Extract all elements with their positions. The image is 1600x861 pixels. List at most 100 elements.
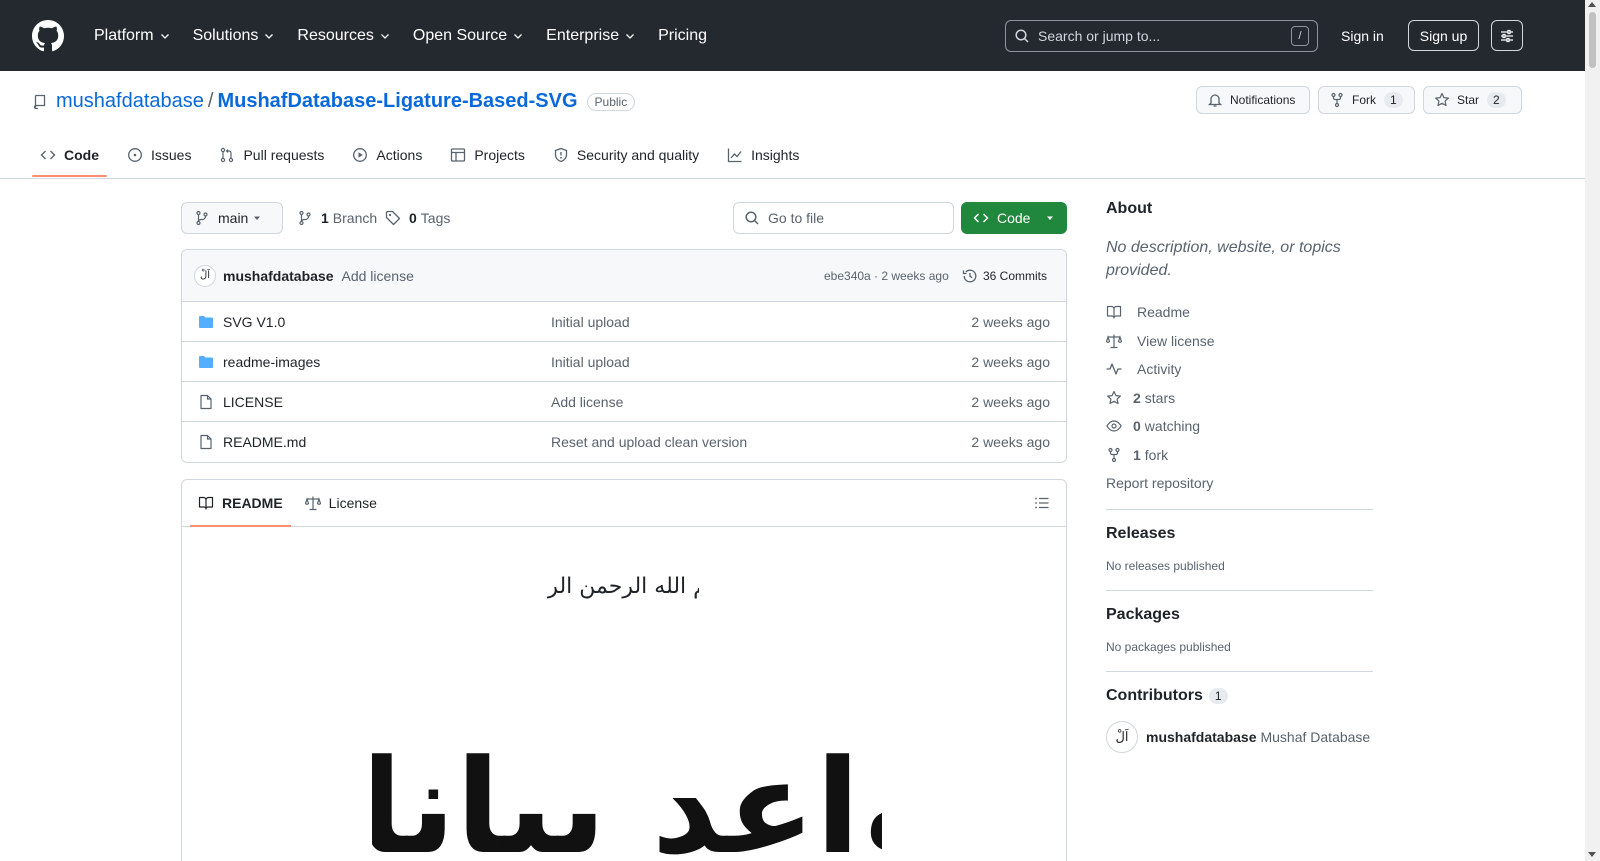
list-unordered-icon[interactable] [1034, 495, 1050, 511]
sign-up-button[interactable]: Sign up [1408, 20, 1479, 51]
scroll-up-arrow-icon[interactable] [1588, 2, 1596, 7]
settings-menu-button[interactable] [1491, 20, 1523, 51]
play-icon [353, 148, 368, 162]
tab-license[interactable]: License [297, 480, 385, 526]
sidebar-divider [1106, 671, 1373, 672]
avatar[interactable]: اَلْ [1106, 721, 1138, 753]
file-name-link[interactable]: readme-images [223, 354, 320, 370]
activity-link[interactable]: Activity [1106, 355, 1373, 384]
code-dropdown-button[interactable]: Code [961, 202, 1067, 234]
report-repository-link[interactable]: Report repository [1106, 469, 1373, 497]
fork-button[interactable]: Fork 1 [1318, 86, 1415, 114]
readme-panel: README License بسم الله الرحمن الرحيم قو… [181, 479, 1067, 861]
nav-open-source[interactable]: Open Source [405, 20, 532, 52]
tab-issues[interactable]: Issues [119, 134, 199, 176]
scrollbar-thumb[interactable] [1589, 12, 1596, 68]
tab-projects[interactable]: Projects [442, 134, 533, 176]
github-logo-icon[interactable] [32, 19, 64, 52]
commit-hash-time[interactable]: ebe340a · 2 weeks ago [824, 269, 949, 283]
nav-label: Resources [297, 26, 374, 44]
tab-label: Actions [376, 147, 423, 163]
contributors-heading[interactable]: Contributors 1 [1106, 687, 1373, 705]
star-wrapper: Star 2 [1423, 86, 1522, 114]
table-row[interactable]: LICENSE Add license 2 weeks ago [182, 382, 1066, 422]
scroll-down-arrow-icon[interactable] [1588, 852, 1596, 857]
readme-link[interactable]: Readme [1106, 298, 1373, 327]
nav-platform[interactable]: Platform [86, 20, 179, 52]
list-item[interactable]: اَلْ mushafdatabase Mushaf Database [1106, 721, 1373, 753]
tab-label: Code [64, 147, 99, 163]
stars-link[interactable]: 2 stars [1106, 384, 1373, 413]
tab-code[interactable]: Code [32, 134, 107, 177]
sign-in-link[interactable]: Sign in [1328, 20, 1397, 52]
avatar[interactable]: اَلْ [194, 264, 216, 287]
nav-label: Solutions [192, 26, 259, 44]
star-button[interactable]: Star 2 [1423, 86, 1522, 114]
caret-down-icon [254, 216, 260, 220]
commits-history-link[interactable]: 36 Commits [962, 268, 1047, 284]
global-search-input[interactable]: Search or jump to... / [1005, 20, 1318, 52]
book-icon [198, 496, 214, 510]
file-name-link[interactable]: README.md [223, 434, 306, 450]
caret-down-icon [1047, 216, 1053, 220]
view-license-link[interactable]: View license [1106, 327, 1373, 356]
branch-selector-button[interactable]: main [181, 202, 283, 234]
tab-pull-requests[interactable]: Pull requests [211, 134, 332, 176]
search-placeholder: Search or jump to... [1038, 28, 1161, 44]
nav-enterprise[interactable]: Enterprise [538, 20, 644, 52]
contributor-login-link[interactable]: mushafdatabase [1146, 729, 1256, 745]
basmala-text: بسم الله الرحمن الرحيم [547, 574, 699, 599]
notifications-button[interactable]: Notifications [1196, 86, 1310, 114]
table-row[interactable]: readme-images Initial upload 2 weeks ago [182, 342, 1066, 382]
forks-link[interactable]: 1 fork [1106, 441, 1373, 470]
tab-security[interactable]: Security and quality [545, 134, 707, 176]
folder-icon [199, 315, 213, 328]
nav-resources[interactable]: Resources [289, 20, 398, 52]
table-row[interactable]: SVG V1.0 Initial upload 2 weeks ago [182, 302, 1066, 342]
go-to-file-input[interactable]: Go to file [733, 202, 954, 234]
graph-icon [727, 148, 742, 163]
chevron-down-icon [265, 33, 274, 39]
repo-owner-link[interactable]: mushafdatabase [56, 90, 204, 113]
eye-icon [1106, 420, 1122, 432]
nav-pricing[interactable]: Pricing [650, 20, 715, 52]
packages-heading[interactable]: Packages [1106, 606, 1373, 624]
tags-link[interactable]: 0 Tags [385, 202, 450, 234]
tab-insights[interactable]: Insights [719, 134, 807, 176]
table-icon [451, 148, 466, 162]
search-icon [745, 211, 759, 225]
file-commit-link[interactable]: Initial upload [551, 354, 630, 370]
file-name-link[interactable]: LICENSE [223, 394, 283, 410]
notifications-wrapper: Notifications [1196, 86, 1310, 114]
nav-solutions[interactable]: Solutions [185, 20, 284, 52]
tag-count: 0 [409, 210, 417, 226]
fork-count: 1 [1384, 92, 1403, 108]
history-icon [962, 269, 977, 282]
commit-author-link[interactable]: mushafdatabase [223, 268, 333, 284]
repo-icon [33, 94, 46, 109]
file-commit-link[interactable]: Reset and upload clean version [551, 434, 747, 450]
commit-message-link[interactable]: Add license [341, 268, 413, 284]
code-icon [973, 213, 989, 223]
fork-icon [1331, 92, 1343, 108]
repo-separator: / [207, 90, 214, 112]
tab-readme[interactable]: README [190, 480, 291, 527]
tab-actions[interactable]: Actions [344, 134, 430, 176]
releases-heading[interactable]: Releases [1106, 525, 1373, 543]
commit-count-label: 36 Commits [983, 268, 1048, 283]
fork-wrapper: Fork 1 [1318, 86, 1415, 114]
global-header: Platform Solutions Resources Open Source… [0, 0, 1585, 71]
branches-link[interactable]: 1 Branch [297, 202, 377, 234]
table-row[interactable]: README.md Reset and upload clean version… [182, 422, 1066, 462]
file-age: 2 weeks ago [971, 434, 1050, 450]
file-commit-link[interactable]: Initial upload [551, 314, 630, 330]
file-age: 2 weeks ago [971, 313, 1050, 330]
link-count: 1 [1133, 446, 1141, 463]
file-commit-link[interactable]: Add license [551, 394, 623, 410]
repo-name-link[interactable]: MushafDatabase-Ligature-Based-SVG [217, 90, 577, 113]
page-scrollbar[interactable] [1585, 0, 1600, 861]
file-name-link[interactable]: SVG V1.0 [223, 314, 285, 330]
tab-label: Pull requests [243, 147, 325, 163]
nav-label: Platform [94, 26, 154, 44]
watching-link[interactable]: 0 watching [1106, 412, 1373, 441]
